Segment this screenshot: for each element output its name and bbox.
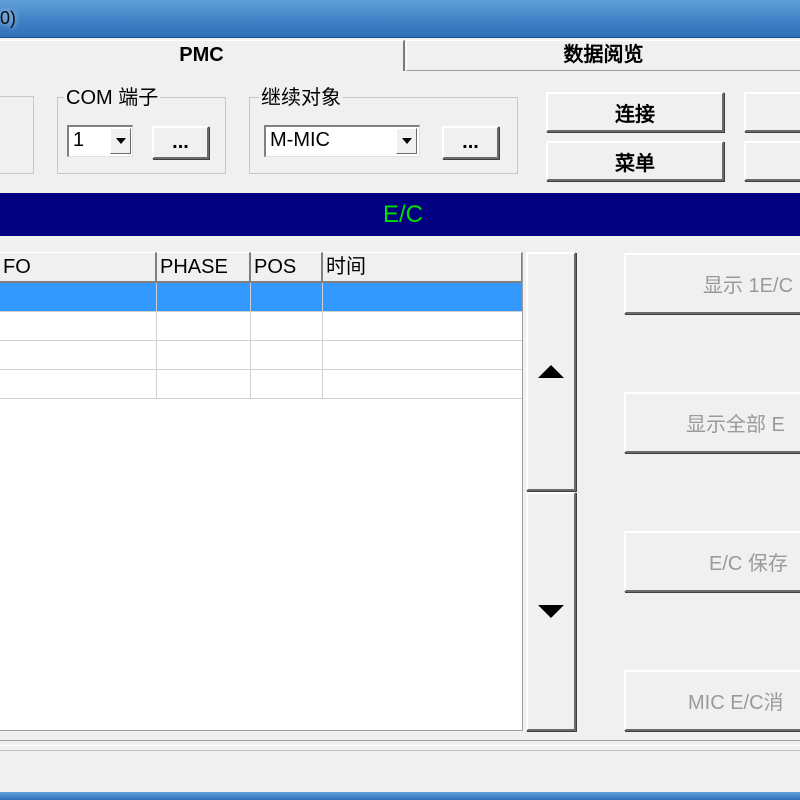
extra-button-2[interactable] — [744, 141, 800, 181]
target-value: M-MIC — [270, 129, 330, 151]
com-port-value: 1 — [73, 129, 85, 151]
table-cell[interactable] — [251, 370, 323, 399]
table-cell[interactable] — [157, 370, 251, 399]
status-bar-divider — [0, 745, 800, 751]
extra-button-1[interactable] — [744, 92, 800, 132]
triangle-down-icon — [538, 605, 564, 618]
ec-banner: E/C — [0, 193, 800, 236]
column-header-pos[interactable]: POS — [251, 252, 323, 283]
scroll-down-button[interactable] — [526, 492, 576, 731]
column-header-fo[interactable]: FO — [0, 252, 157, 283]
table-cell[interactable] — [323, 370, 522, 399]
left-groupbox — [0, 96, 34, 174]
menu-button[interactable]: 菜单 — [546, 141, 724, 181]
table-cell — [0, 283, 157, 312]
table-cell[interactable] — [0, 341, 157, 370]
tab-pmc[interactable]: PMC — [0, 40, 405, 71]
window-title: 0) — [0, 8, 17, 28]
com-port-dropdown-arrow[interactable] — [110, 128, 131, 154]
target-browse-button[interactable]: ... — [442, 126, 499, 159]
scroll-up-button[interactable] — [526, 252, 576, 491]
table-cell[interactable] — [0, 312, 157, 341]
triangle-up-icon — [538, 365, 564, 378]
target-label: 继续对象 — [259, 87, 343, 109]
ec-save-button[interactable]: E/C 保存 — [624, 531, 800, 592]
show-all-ec-button[interactable]: 显示全部 E — [624, 392, 800, 453]
mic-ec-clear-button[interactable]: MIC E/C消 — [624, 670, 800, 731]
ec-table[interactable]: FO PHASE POS 时间 — [0, 252, 523, 731]
table-cell[interactable] — [323, 312, 522, 341]
show-one-ec-button[interactable]: 显示 1E/C — [624, 253, 800, 314]
connect-button[interactable]: 连接 — [546, 92, 724, 132]
column-header-phase[interactable]: PHASE — [157, 252, 251, 283]
column-header-time[interactable]: 时间 — [323, 252, 522, 283]
table-cell — [157, 283, 251, 312]
table-cell[interactable] — [251, 312, 323, 341]
tab-data-browse[interactable]: 数据阅览 — [406, 40, 800, 71]
table-cell[interactable] — [0, 370, 157, 399]
table-cell[interactable] — [157, 341, 251, 370]
window-bottom-frame — [0, 792, 800, 800]
target-dropdown-arrow[interactable] — [396, 128, 417, 154]
table-cell — [251, 283, 323, 312]
chevron-down-icon — [401, 138, 412, 144]
table-cell[interactable] — [323, 341, 522, 370]
chevron-down-icon — [115, 138, 126, 144]
title-bar[interactable]: 0) — [0, 0, 800, 38]
com-port-label: COM 端子 — [64, 87, 161, 109]
table-cell[interactable] — [157, 312, 251, 341]
com-port-browse-button[interactable]: ... — [152, 126, 209, 159]
table-cell[interactable] — [251, 341, 323, 370]
